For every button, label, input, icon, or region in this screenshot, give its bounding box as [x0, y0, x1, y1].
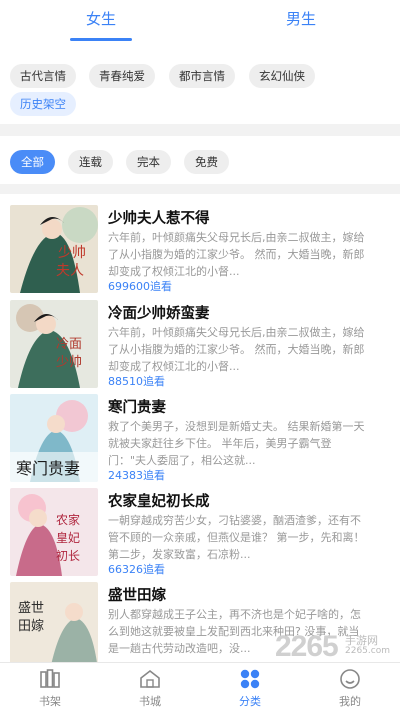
book-cover: 农家 皇妃 初长 — [10, 488, 98, 576]
section-divider — [0, 184, 400, 194]
book-cover: 少帅 夫人 — [10, 205, 98, 293]
book-title: 冷面少帅娇蛮妻 — [108, 306, 210, 322]
book-cover: 冷面 少帅 — [10, 300, 98, 388]
category-chip[interactable]: 玄幻仙侠 — [249, 64, 315, 88]
gender-tabs: 女生 男生 — [0, 0, 400, 44]
book-follow-count: 24383追看 — [108, 469, 165, 482]
nav-label: 书架 — [39, 695, 61, 708]
category-chip-selected[interactable]: 历史架空 — [10, 92, 76, 116]
svg-text:皇妃: 皇妃 — [56, 531, 80, 545]
tab-male[interactable]: 男生 — [261, 8, 341, 29]
svg-text:农家: 农家 — [56, 512, 80, 527]
nav-bookshelf[interactable]: 书架 — [10, 663, 90, 711]
svg-text:盛世: 盛世 — [18, 601, 44, 616]
nav-label: 分类 — [239, 695, 261, 708]
svg-text:夫人: 夫人 — [56, 263, 84, 279]
category-icon — [240, 669, 260, 689]
book-title: 寒门贵妻 — [108, 400, 166, 416]
book-follow-count: 88510追看 — [108, 375, 165, 388]
filter-completed[interactable]: 完本 — [126, 150, 171, 174]
nav-bookstore[interactable]: 书城 — [110, 663, 190, 711]
book-title: 少帅夫人惹不得 — [108, 211, 210, 227]
svg-text:寒门贵妻: 寒门贵妻 — [16, 459, 80, 478]
category-chip[interactable]: 古代言情 — [10, 64, 76, 88]
book-item[interactable]: 少帅 夫人 少帅夫人惹不得 六年前，叶倾颜痛失父母兄长后,由亲二叔做主，嫁给了从… — [0, 205, 400, 297]
book-cover: 盛世 田嫁 — [10, 582, 98, 670]
svg-text:少帅: 少帅 — [58, 245, 86, 261]
watermark: 2265 手游网 2265.com — [275, 630, 400, 680]
book-description: 六年前，叶倾颜痛失父母兄长后,由亲二叔做主，嫁给了从小指腹为婚的江家少爷。 然而… — [108, 326, 365, 373]
svg-text:初长: 初长 — [56, 549, 80, 563]
nav-label: 我的 — [339, 695, 361, 708]
filter-serializing[interactable]: 连载 — [68, 150, 113, 174]
svg-text:少帅: 少帅 — [56, 355, 82, 370]
filter-all[interactable]: 全部 — [10, 150, 55, 174]
book-description: 救了个美男子，没想到是新婚丈夫。 结果新婚第一天就被夫家赶往乡下住。 半年后，美… — [108, 420, 365, 467]
watermark-url: 2265.com — [345, 646, 390, 656]
tab-female[interactable]: 女生 — [61, 8, 141, 29]
category-chip[interactable]: 都市言情 — [169, 64, 235, 88]
book-title: 农家皇妃初长成 — [108, 494, 210, 510]
book-description: 一朝穿越成穷苦少女，刁钻婆婆，酗酒渣爹，还有不管不顾的一众亲戚，但燕仪是谁？ 第… — [108, 514, 365, 561]
bookstore-icon — [140, 669, 160, 688]
book-title: 盛世田嫁 — [108, 588, 166, 604]
filter-free[interactable]: 免费 — [184, 150, 229, 174]
nav-label: 书城 — [139, 695, 161, 708]
section-divider — [0, 124, 400, 136]
tab-indicator — [70, 38, 132, 41]
category-chip[interactable]: 青春纯爱 — [89, 64, 155, 88]
book-cover: 寒门贵妻 — [10, 394, 98, 482]
watermark-number: 2265 — [275, 630, 339, 663]
status-filters: 全部 连载 完本 免费 — [0, 148, 400, 178]
book-description: 六年前，叶倾颜痛失父母兄长后,由亲二叔做主，嫁给了从小指腹为婚的江家少爷。 然而… — [108, 231, 365, 278]
book-follow-count: 699600追看 — [108, 280, 172, 293]
book-item[interactable]: 农家 皇妃 初长 农家皇妃初长成 一朝穿越成穷苦少女，刁钻婆婆，酗酒渣爹，还有不… — [0, 488, 400, 580]
svg-text:冷面: 冷面 — [56, 337, 82, 352]
book-follow-count: 66326追看 — [108, 563, 165, 576]
bookshelf-icon — [40, 669, 60, 688]
book-item[interactable]: 寒门贵妻 寒门贵妻 救了个美男子，没想到是新婚丈夫。 结果新婚第一天就被夫家赶往… — [0, 394, 400, 486]
svg-text:田嫁: 田嫁 — [18, 619, 44, 634]
book-item[interactable]: 冷面 少帅 冷面少帅娇蛮妻 六年前，叶倾颜痛失父母兄长后,由亲二叔做主，嫁给了从… — [0, 300, 400, 392]
